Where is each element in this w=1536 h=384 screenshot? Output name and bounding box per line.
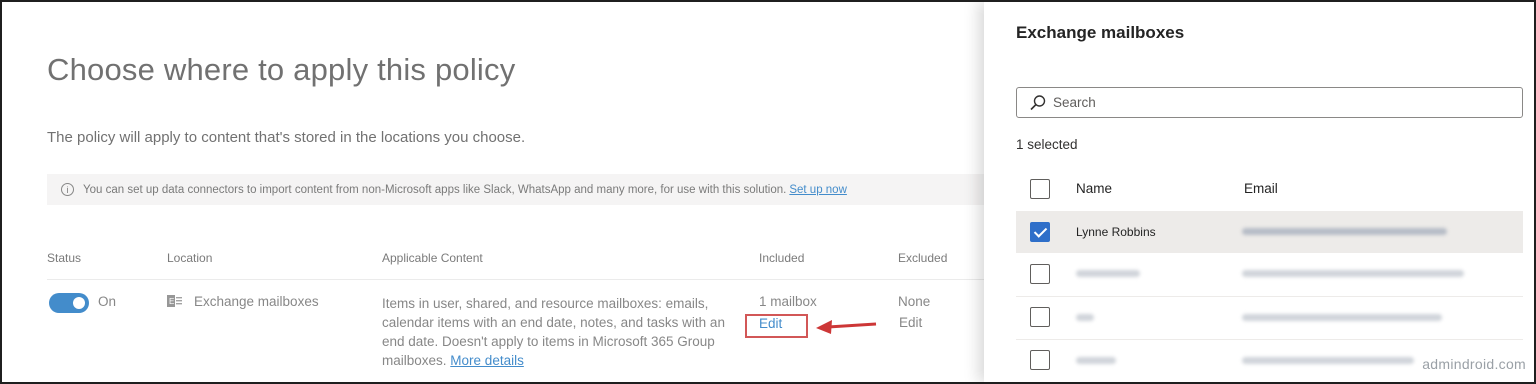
header-included: Included bbox=[759, 251, 805, 265]
name-redacted bbox=[1076, 357, 1116, 364]
applicable-content-text: Items in user, shared, and resource mail… bbox=[382, 296, 725, 368]
included-value: 1 mailbox bbox=[759, 294, 817, 309]
column-header-email[interactable]: Email bbox=[1244, 181, 1278, 196]
page-description: The policy will apply to content that's … bbox=[47, 129, 526, 146]
header-applicable-content: Applicable Content bbox=[382, 251, 483, 265]
exchange-mailboxes-panel: Exchange mailboxes 1 selected Name Email… bbox=[984, 2, 1534, 382]
column-header-name[interactable]: Name bbox=[1076, 181, 1112, 196]
info-bar: i You can set up data connectors to impo… bbox=[47, 174, 997, 205]
email-redacted bbox=[1242, 228, 1447, 235]
row-divider bbox=[1016, 296, 1523, 297]
watermark: admindroid.com bbox=[1422, 356, 1526, 372]
arrow-annotation bbox=[816, 320, 877, 334]
table-divider bbox=[47, 279, 987, 280]
email-redacted bbox=[1242, 357, 1414, 364]
excluded-value: None bbox=[898, 294, 931, 309]
search-box[interactable] bbox=[1016, 87, 1523, 118]
row-checkbox[interactable] bbox=[1030, 350, 1050, 370]
row-checkbox[interactable] bbox=[1030, 222, 1050, 242]
set-up-now-link[interactable]: Set up now bbox=[789, 184, 847, 196]
svg-text:E: E bbox=[169, 297, 174, 306]
row-name: Lynne Robbins bbox=[1076, 225, 1156, 239]
screenshot-frame: Choose where to apply this policy The po… bbox=[0, 0, 1536, 384]
row-divider bbox=[1016, 339, 1523, 340]
excluded-edit-link[interactable]: Edit bbox=[899, 315, 922, 330]
panel-title: Exchange mailboxes bbox=[1016, 23, 1185, 42]
select-all-checkbox[interactable] bbox=[1030, 179, 1050, 199]
exchange-icon: E bbox=[167, 295, 182, 307]
header-status: Status bbox=[47, 251, 82, 265]
email-redacted bbox=[1242, 314, 1442, 321]
included-edit-link[interactable]: Edit bbox=[759, 316, 782, 331]
email-redacted bbox=[1242, 270, 1464, 277]
name-redacted bbox=[1076, 270, 1140, 277]
search-input[interactable] bbox=[1053, 95, 1493, 110]
status-toggle[interactable] bbox=[49, 293, 89, 313]
name-redacted bbox=[1076, 314, 1094, 321]
selected-count: 1 selected bbox=[1016, 137, 1078, 152]
more-details-link[interactable]: More details bbox=[450, 353, 524, 368]
applicable-content: Items in user, shared, and resource mail… bbox=[382, 294, 737, 370]
search-icon bbox=[1030, 94, 1046, 110]
page-title: Choose where to apply this policy bbox=[47, 52, 516, 87]
header-location: Location bbox=[167, 251, 213, 265]
info-icon: i bbox=[61, 183, 74, 196]
row-checkbox[interactable] bbox=[1030, 264, 1050, 284]
row-checkbox[interactable] bbox=[1030, 307, 1050, 327]
header-excluded: Excluded bbox=[898, 251, 948, 265]
info-bar-text: You can set up data connectors to import… bbox=[83, 183, 787, 196]
status-label: On bbox=[98, 294, 117, 309]
policy-page: Choose where to apply this policy The po… bbox=[2, 2, 997, 382]
location-name: Exchange mailboxes bbox=[194, 294, 319, 309]
